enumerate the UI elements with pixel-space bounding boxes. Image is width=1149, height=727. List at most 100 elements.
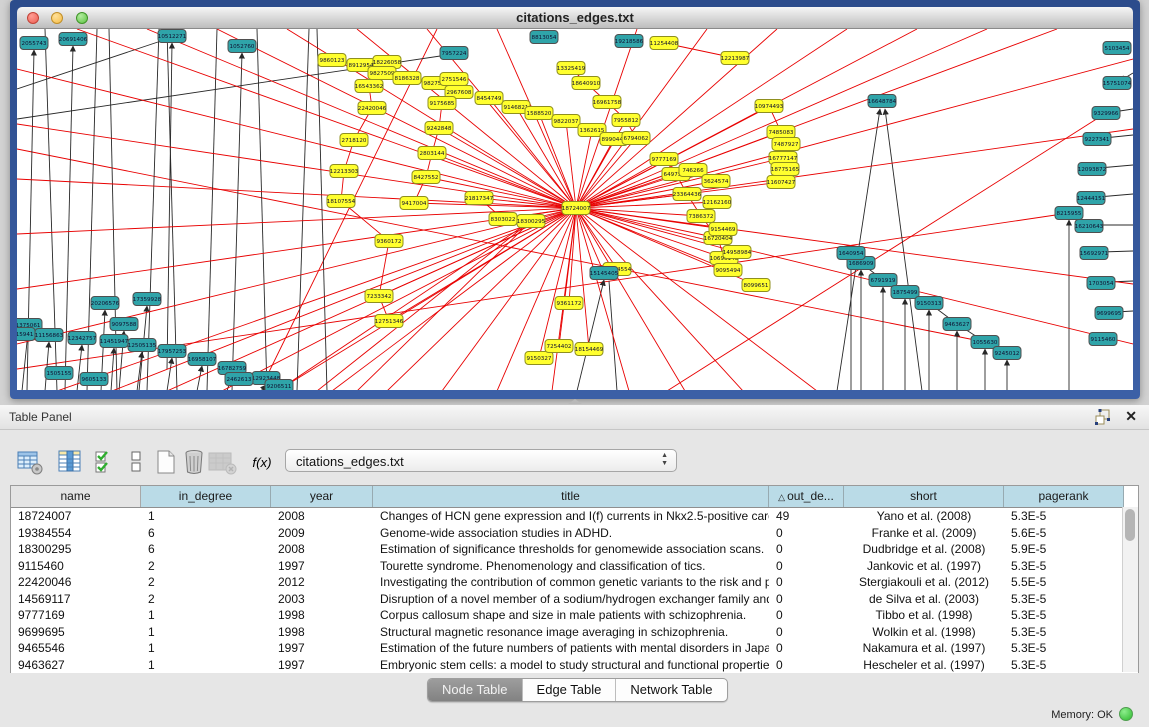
graph-node[interactable]: 18107554 xyxy=(327,195,356,208)
graph-node[interactable]: 14958984 xyxy=(723,246,752,259)
graph-node[interactable]: 1703054 xyxy=(1087,277,1115,290)
graph-node[interactable]: 18640910 xyxy=(572,77,601,90)
graph-node[interactable]: 2462613 xyxy=(225,373,253,386)
graph-node[interactable]: 3915941 xyxy=(17,328,35,341)
graph-node[interactable]: 12213303 xyxy=(330,165,359,178)
graph-node[interactable]: 11451947 xyxy=(100,335,129,348)
graph-node[interactable]: 2055743 xyxy=(20,37,48,50)
network-table-selector[interactable]: citations_edges.txt ▲▼ xyxy=(285,449,677,472)
graph-node[interactable]: 9154469 xyxy=(709,223,737,236)
column-header-name[interactable]: name xyxy=(11,486,141,507)
graph-node[interactable]: 7233342 xyxy=(365,290,393,303)
network-view-canvas[interactable]: 1872400718300295193845549777169649756874… xyxy=(17,29,1133,390)
graph-node[interactable]: 6794062 xyxy=(622,132,650,145)
table-row[interactable]: 946554611997Estimation of the future num… xyxy=(11,640,1138,657)
column-header-short[interactable]: short xyxy=(844,486,1004,507)
column-header-title[interactable]: title xyxy=(373,486,769,507)
graph-node[interactable]: 9822037 xyxy=(552,115,580,128)
graph-node[interactable]: 2718120 xyxy=(340,134,368,147)
graph-node[interactable]: 9605133 xyxy=(80,373,108,386)
graph-node[interactable]: 7386372 xyxy=(687,210,715,223)
graph-node[interactable]: 11607427 xyxy=(767,176,796,189)
graph-node[interactable]: 9777169 xyxy=(650,153,678,166)
graph-node[interactable]: 8454749 xyxy=(475,92,503,105)
graph-node[interactable]: 5103454 xyxy=(1103,42,1131,55)
graph-node[interactable]: 16543362 xyxy=(355,80,383,93)
graph-node[interactable]: 9115460 xyxy=(1089,333,1117,346)
table-vertical-scrollbar[interactable] xyxy=(1122,507,1138,672)
graph-node[interactable]: 7957224 xyxy=(440,47,468,60)
graph-node[interactable]: 8427552 xyxy=(412,171,440,184)
graph-node[interactable]: 20206576 xyxy=(91,297,120,310)
graph-node[interactable]: 9242848 xyxy=(425,122,453,135)
graph-node[interactable]: 16958107 xyxy=(188,353,217,366)
graph-node[interactable]: 12213987 xyxy=(721,52,750,65)
graph-node[interactable]: 9095494 xyxy=(714,264,742,277)
graph-node[interactable]: 9245012 xyxy=(993,347,1021,360)
graph-node[interactable]: 9097588 xyxy=(110,318,138,331)
graph-node[interactable]: 18775165 xyxy=(771,163,800,176)
graph-node[interactable]: 18300295 xyxy=(517,215,546,228)
table-row[interactable]: 911546021997Tourette syndrome. Phenomeno… xyxy=(11,558,1138,575)
graph-node[interactable]: 2751546 xyxy=(440,73,468,86)
graph-node[interactable]: 12342757 xyxy=(68,332,97,345)
graph-node[interactable]: 8215955 xyxy=(1055,207,1083,220)
graph-node[interactable]: 1588520 xyxy=(525,107,553,120)
clear-selection-button[interactable] xyxy=(120,447,152,477)
graph-node[interactable]: 15692971 xyxy=(1080,247,1109,260)
select-rows-button[interactable] xyxy=(89,447,121,477)
graph-node[interactable]: 746266 xyxy=(679,164,707,177)
graph-node[interactable]: 12505135 xyxy=(128,339,157,352)
change-table-mode-button[interactable] xyxy=(14,447,46,477)
table-row[interactable]: 977716911998Corpus callosum shape and si… xyxy=(11,607,1138,624)
graph-node[interactable]: 20691406 xyxy=(59,33,88,46)
graph-node[interactable]: 7955812 xyxy=(612,114,640,127)
graph-node[interactable]: 16210643 xyxy=(1075,220,1104,233)
graph-node[interactable]: 18154469 xyxy=(575,343,604,356)
graph-node[interactable]: 1505155 xyxy=(45,367,73,380)
show-columns-button[interactable] xyxy=(54,447,86,477)
graph-node[interactable]: 10974493 xyxy=(755,100,784,113)
column-header-pagerank[interactable]: pagerank xyxy=(1004,486,1124,507)
column-header-year[interactable]: year xyxy=(271,486,373,507)
float-panel-icon[interactable] xyxy=(1095,409,1111,425)
column-header-out_de[interactable]: △out_de... xyxy=(769,486,844,507)
graph-node[interactable]: 16648784 xyxy=(868,95,897,108)
graph-node[interactable]: 12162160 xyxy=(703,196,732,209)
graph-node[interactable]: 7487927 xyxy=(772,138,800,151)
graph-node[interactable]: 11156863 xyxy=(35,329,64,342)
graph-node[interactable]: 13325419 xyxy=(557,62,586,75)
graph-node[interactable]: 6791919 xyxy=(869,274,897,287)
graph-node[interactable]: 19218586 xyxy=(615,35,644,48)
graph-node[interactable]: 9417004 xyxy=(400,197,428,210)
memory-status-indicator[interactable] xyxy=(1119,707,1133,721)
graph-node[interactable]: 9860123 xyxy=(318,54,346,67)
table-row[interactable]: 1938455462009Genome-wide association stu… xyxy=(11,525,1138,542)
graph-node[interactable]: 2803144 xyxy=(418,147,446,160)
graph-node[interactable]: 9463627 xyxy=(943,318,971,331)
graph-node[interactable]: 15145405 xyxy=(590,267,619,280)
graph-node[interactable]: 23364436 xyxy=(673,188,702,201)
graph-node[interactable]: 9150313 xyxy=(915,297,943,310)
graph-node[interactable]: 21817347 xyxy=(465,192,494,205)
graph-node[interactable]: 12093872 xyxy=(1078,163,1106,176)
graph-node[interactable]: 16961758 xyxy=(593,96,622,109)
graph-node[interactable]: 9361172 xyxy=(555,297,583,310)
graph-node[interactable]: 9150327 xyxy=(525,352,553,365)
graph-node[interactable]: 7254402 xyxy=(545,340,573,353)
tab-node-table[interactable]: Node Table xyxy=(428,679,523,701)
scrollbar-thumb[interactable] xyxy=(1125,509,1135,541)
graph-node[interactable]: 17957253 xyxy=(158,345,187,358)
column-header-in_degree[interactable]: in_degree xyxy=(141,486,271,507)
table-row[interactable]: 2242004622012Investigating the contribut… xyxy=(11,574,1138,591)
function-builder-button[interactable]: f(x) xyxy=(246,447,278,477)
graph-node[interactable]: 9360172 xyxy=(375,235,403,248)
graph-node[interactable]: 8303022 xyxy=(489,213,517,226)
graph-node[interactable]: 15751074 xyxy=(1103,77,1132,90)
table-row[interactable]: 946362711997Embryonic stem cells: a mode… xyxy=(11,657,1138,674)
graph-node[interactable]: 1640954 xyxy=(837,247,865,260)
graph-node[interactable]: 7485083 xyxy=(767,126,795,139)
table-row[interactable]: 969969511998Structural magnetic resonanc… xyxy=(11,624,1138,641)
tab-network-table[interactable]: Network Table xyxy=(616,679,726,701)
graph-node[interactable]: 11254408 xyxy=(650,37,679,50)
